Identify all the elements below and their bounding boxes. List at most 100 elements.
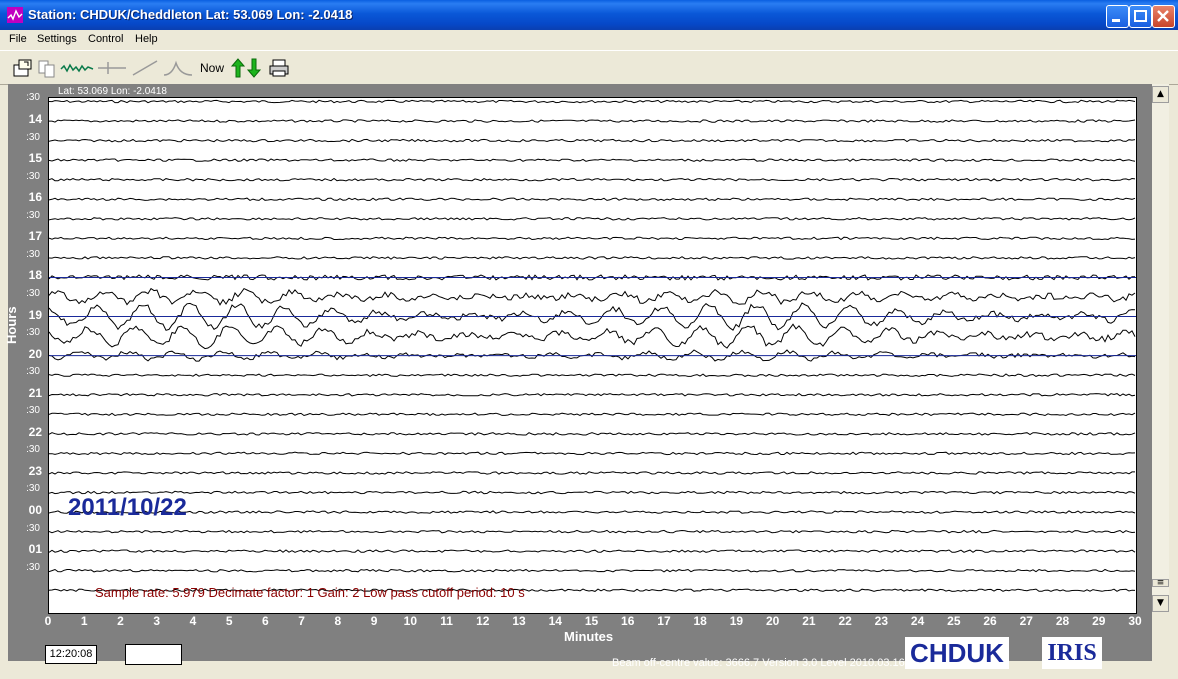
seismic-trace [48, 392, 1136, 397]
scroll-thumb[interactable]: ≡ [1152, 579, 1169, 588]
hour-label: 00 [28, 503, 42, 517]
seismic-trace [48, 529, 1136, 534]
x-tick-label: 26 [983, 614, 997, 628]
x-tick-label: 11 [440, 614, 453, 628]
x-axis-title: Minutes [564, 629, 614, 644]
close-button[interactable] [1152, 5, 1175, 28]
half-hour-label: :30 [26, 209, 40, 221]
pulse-icon[interactable] [162, 57, 194, 79]
slope-icon[interactable] [130, 57, 160, 79]
seismic-trace [48, 412, 1136, 417]
half-hour-label: :30 [26, 92, 40, 104]
half-hour-label: :30 [26, 444, 40, 456]
printer-icon[interactable] [268, 57, 291, 79]
x-tick-label: 21 [802, 614, 816, 628]
x-tick-label: 12 [476, 614, 490, 628]
seismic-trace [48, 138, 1136, 143]
svg-text:Hours: Hours [4, 306, 19, 344]
hour-label: 21 [28, 385, 42, 400]
hour-label: 16 [28, 190, 42, 205]
x-tick-label: 23 [874, 614, 889, 628]
now-button[interactable]: Now [198, 57, 226, 79]
minimize-button[interactable] [1106, 5, 1129, 28]
seismogram-plot[interactable] [48, 97, 1137, 614]
hour-label: 18 [28, 268, 42, 283]
y-axis-title: Hours [4, 306, 19, 344]
seismic-trace [49, 119, 1136, 123]
maximize-button[interactable] [1129, 5, 1152, 28]
x-tick-label: 4 [189, 614, 197, 628]
seismic-trace [48, 177, 1136, 182]
beam-status: Beam off-centre value: 3666.7 Version 3.… [612, 657, 905, 669]
half-hour-label: :30 [26, 366, 40, 378]
seismic-trace [48, 99, 1136, 104]
menu-bar: File Settings Control Help [0, 30, 1178, 49]
half-hour-label: :30 [26, 522, 40, 534]
seismic-trace [48, 549, 1136, 553]
status-field[interactable] [125, 644, 182, 665]
x-tick-label: 14 [548, 614, 562, 628]
hour-label: 15 [28, 151, 42, 166]
sample-info: Sample rate: 5.979 Decimate factor: 1 Ga… [95, 585, 525, 600]
x-tick-label: 28 [1055, 614, 1070, 628]
x-tick-label: 18 [693, 614, 707, 628]
x-tick-label: 27 [1019, 614, 1033, 628]
seismic-trace [48, 217, 1136, 221]
copy-icon[interactable] [36, 57, 59, 79]
half-hour-label: :30 [26, 287, 40, 299]
close-icon [1157, 10, 1169, 22]
vertical-scrollbar[interactable]: ▲ ≡ ▼ [1152, 84, 1169, 612]
x-tick-label: 6 [262, 614, 269, 628]
x-tick-label: 9 [370, 614, 378, 628]
seismic-trace [48, 256, 1136, 260]
x-tick-label: 3 [153, 614, 161, 628]
x-tick-label: 19 [729, 614, 744, 628]
window-title: Station: CHDUK/Cheddleton Lat: 53.069 Lo… [28, 7, 353, 22]
scroll-up-button[interactable]: ▲ [1152, 86, 1169, 103]
x-tick-label: 0 [44, 614, 52, 628]
half-hour-label: :30 [26, 561, 40, 573]
filter-icon[interactable] [96, 57, 128, 79]
lat-lon-label: Lat: 53.069 Lon: -2.0418 [58, 86, 167, 97]
scroll-down-button[interactable]: ▼ [1152, 595, 1169, 612]
seismic-trace [48, 471, 1135, 475]
open-file-icon[interactable] [12, 57, 35, 79]
menu-file[interactable]: File [9, 33, 27, 45]
x-tick-label: 1 [80, 614, 88, 628]
x-tick-label: 22 [838, 614, 852, 628]
station-logo: CHDUK [905, 637, 1009, 669]
x-tick-label: 20 [765, 614, 780, 628]
hour-label: 17 [28, 229, 42, 244]
waveform-icon[interactable] [60, 57, 94, 79]
seismic-trace [48, 287, 1136, 306]
hour-label: 01 [28, 542, 42, 557]
minimize-icon [1112, 19, 1120, 22]
seismic-trace [48, 373, 1136, 377]
app-window: Station: CHDUK/Cheddleton Lat: 53.069 Lo… [0, 0, 1178, 679]
title-bar[interactable]: Station: CHDUK/Cheddleton Lat: 53.069 Lo… [0, 0, 1178, 30]
x-tick-label: 15 [584, 614, 599, 628]
app-icon [7, 7, 23, 23]
half-hour-label: :30 [26, 170, 40, 182]
seismic-trace [48, 197, 1136, 201]
trace-canvas [48, 99, 1136, 592]
seismic-trace [48, 568, 1136, 573]
half-hour-label: :30 [26, 248, 40, 260]
menu-control[interactable]: Control [88, 33, 123, 45]
scale-arrows-icon[interactable] [229, 57, 263, 79]
date-label: 2011/10/22 [68, 494, 187, 521]
iris-logo: IRIS [1042, 637, 1102, 669]
menu-help[interactable]: Help [135, 33, 158, 45]
half-hour-label: :30 [26, 405, 40, 417]
seismic-trace [48, 490, 1136, 495]
hour-label: 20 [28, 346, 42, 361]
seismic-trace [48, 510, 1136, 514]
hour-label: 23 [28, 463, 42, 478]
hour-label: 22 [28, 424, 42, 439]
menu-settings[interactable]: Settings [37, 33, 77, 45]
toolbar: Now [0, 50, 1178, 85]
x-tick-label: 7 [298, 614, 305, 628]
hour-label: 14 [28, 112, 42, 126]
seismic-trace [48, 432, 1136, 436]
seismic-trace [48, 323, 1136, 350]
